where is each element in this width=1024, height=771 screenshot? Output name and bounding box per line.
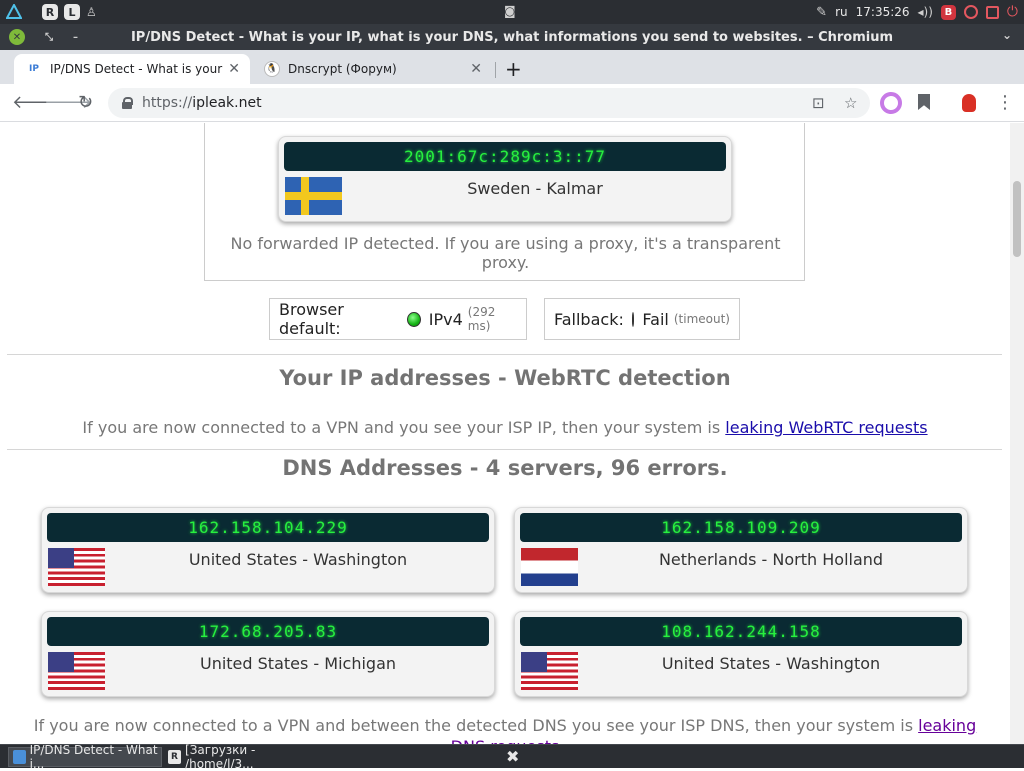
bookmark-ribbon-icon[interactable] <box>918 94 930 110</box>
fallback-value: Fail <box>642 309 669 329</box>
netherlands-flag-icon <box>521 548 578 586</box>
close-icon[interactable]: ✖ <box>506 747 519 766</box>
extension-ring-icon[interactable] <box>880 92 902 114</box>
webrtc-section-title: Your IP addresses - WebRTC detection <box>279 366 731 390</box>
fallback-note: (timeout) <box>673 312 730 326</box>
dns-server-card: 162.158.104.229 United States - Washingt… <box>41 507 495 593</box>
chromium-window-icon <box>13 750 26 764</box>
maximize-square-icon[interactable] <box>985 5 999 19</box>
ip-address[interactable]: 162.158.109.209 <box>520 513 962 542</box>
tab-ipleak[interactable]: IP IP/DNS Detect - What is your IP ✕ <box>14 54 250 84</box>
launcher-r-icon[interactable]: R <box>42 4 58 20</box>
ip-address[interactable]: 108.162.244.158 <box>520 617 962 646</box>
taskbar-item-chromium[interactable]: IP/DNS Detect - What i... <box>8 743 162 771</box>
window-restore-icon[interactable]: ⤡ <box>45 32 53 43</box>
us-flag-icon <box>48 548 105 586</box>
ip-location: United States - Washington <box>661 654 881 673</box>
tab-separator <box>495 62 496 78</box>
translate-icon[interactable]: ⊡ <box>812 94 825 112</box>
window-minimize-icon[interactable]: – <box>73 32 78 43</box>
language-indicator[interactable]: ru <box>835 5 848 19</box>
ip-location: United States - Michigan <box>199 654 397 673</box>
address-bar[interactable]: https://ipleak.net ⊡ ☆ <box>108 88 870 118</box>
divider <box>7 354 1002 355</box>
ip-address[interactable]: 172.68.205.83 <box>47 617 489 646</box>
url-text[interactable]: https://ipleak.net <box>142 95 262 111</box>
brave-b-icon[interactable]: B <box>940 4 956 20</box>
browser-default-value: IPv4 <box>428 309 463 329</box>
launcher-l-icon[interactable]: L <box>64 4 80 20</box>
us-flag-icon <box>521 652 578 690</box>
taskbar-item-label: [Загрузки - /home/l/3... <box>185 743 256 771</box>
webrtc-leak-link[interactable]: leaking WebRTC requests <box>725 418 927 437</box>
os-taskbar: IP/DNS Detect - What i... R [Загрузки - … <box>0 743 1024 771</box>
browser-default-label: Browser default: <box>279 300 344 338</box>
close-icon[interactable]: ✕ <box>470 61 482 77</box>
window-title: IP/DNS Detect - What is your IP, what is… <box>130 29 894 45</box>
dns-server-card: 172.68.205.83 United States - Michigan <box>41 611 495 697</box>
ip-address[interactable]: 162.158.104.229 <box>47 513 489 542</box>
tab-title: Dnscrypt (Форум) <box>288 62 397 76</box>
ipleak-favicon-icon: IP <box>29 64 39 74</box>
ip-location: Netherlands - North Holland <box>658 550 884 569</box>
tab-title: IP/DNS Detect - What is your IP <box>50 62 225 76</box>
os-launchers: R L ♙ <box>0 4 97 20</box>
ip-location: Sweden - Kalmar <box>467 179 603 198</box>
app-menu-icon[interactable] <box>6 4 22 20</box>
taskbar-item-downloads[interactable]: R [Загрузки - /home/l/3... <box>164 743 318 771</box>
chevron-down-icon[interactable]: ⌄ <box>1002 28 1012 42</box>
screenshot-camera-icon[interactable]: ◙ <box>504 4 518 20</box>
dns-server-card: 162.158.109.209 Netherlands - North Holl… <box>514 507 968 593</box>
scrollbar[interactable] <box>1010 123 1024 744</box>
volume-icon[interactable]: ◂)) <box>918 5 933 19</box>
dns-section-title: DNS Addresses - 4 servers, 96 errors. <box>282 456 728 480</box>
lock-icon[interactable] <box>122 97 133 109</box>
close-icon[interactable]: ✕ <box>228 61 240 77</box>
status-green-icon <box>406 311 421 327</box>
scrollbar-thumb[interactable] <box>1013 181 1021 257</box>
bookmark-star-icon[interactable]: ☆ <box>844 94 857 112</box>
page-viewport[interactable]: No forwarded IP detected. If you are usi… <box>0 123 1024 744</box>
clock: 17:35:26 <box>855 5 910 19</box>
new-tab-plus-icon[interactable]: + <box>505 57 522 81</box>
os-tray: ✎ ru 17:35:26 ◂)) B ⏻ <box>816 0 1018 24</box>
ip-address[interactable]: 2001:67c:289c:3::77 <box>284 142 726 171</box>
tab-strip: IP IP/DNS Detect - What is your IP ✕ 🐧 D… <box>0 50 1024 84</box>
ip-location: United States - Washington <box>188 550 408 569</box>
dns-explainer: If you are now connected to a VPN and be… <box>20 715 990 744</box>
penguin-favicon-icon: 🐧 <box>264 61 280 77</box>
us-flag-icon <box>48 652 105 690</box>
fallback-box: Fallback: Fail (timeout) <box>544 298 740 340</box>
extension-red-icon[interactable] <box>962 94 976 112</box>
record-icon[interactable] <box>963 5 978 19</box>
playstation-icon[interactable]: ♙ <box>86 5 97 19</box>
sweden-flag-icon <box>285 177 342 215</box>
forwarded-ip-card: 2001:67c:289c:3::77 Sweden - Kalmar <box>278 136 732 222</box>
file-manager-icon: R <box>168 750 182 764</box>
browser-toolbar: 🡐 🡒 ↻ https://ipleak.net ⊡ ☆ ⋮ <box>0 84 1024 122</box>
os-top-panel: R L ♙ ◙ ✎ ru 17:35:26 ◂)) B ⏻ <box>0 0 1024 24</box>
status-red-icon <box>631 311 635 327</box>
pen-tool-icon[interactable]: ✎ <box>816 5 827 20</box>
window-close-icon[interactable]: ✕ <box>9 29 25 45</box>
taskbar-item-label: IP/DNS Detect - What i... <box>29 743 158 771</box>
fallback-label: Fallback: <box>554 309 624 329</box>
menu-dots-icon[interactable]: ⋮ <box>996 92 1014 113</box>
webrtc-explainer: If you are now connected to a VPN and yo… <box>82 418 928 437</box>
browser-default-box: Browser default: IPv4 (292 ms) <box>269 298 527 340</box>
tab-dnscrypt[interactable]: 🐧 Dnscrypt (Форум) ✕ <box>252 54 492 84</box>
window-titlebar: ✕ ⤡ – IP/DNS Detect - What is your IP, w… <box>0 24 1024 50</box>
dns-server-card: 108.162.244.158 United States - Washingt… <box>514 611 968 697</box>
reload-icon[interactable]: ↻ <box>78 92 93 113</box>
browser-default-note: (292 ms) <box>467 305 496 333</box>
divider <box>7 449 1002 450</box>
power-icon[interactable]: ⏻ <box>1007 4 1018 20</box>
forwarded-ip-note: No forwarded IP detected. If you are usi… <box>230 234 781 272</box>
